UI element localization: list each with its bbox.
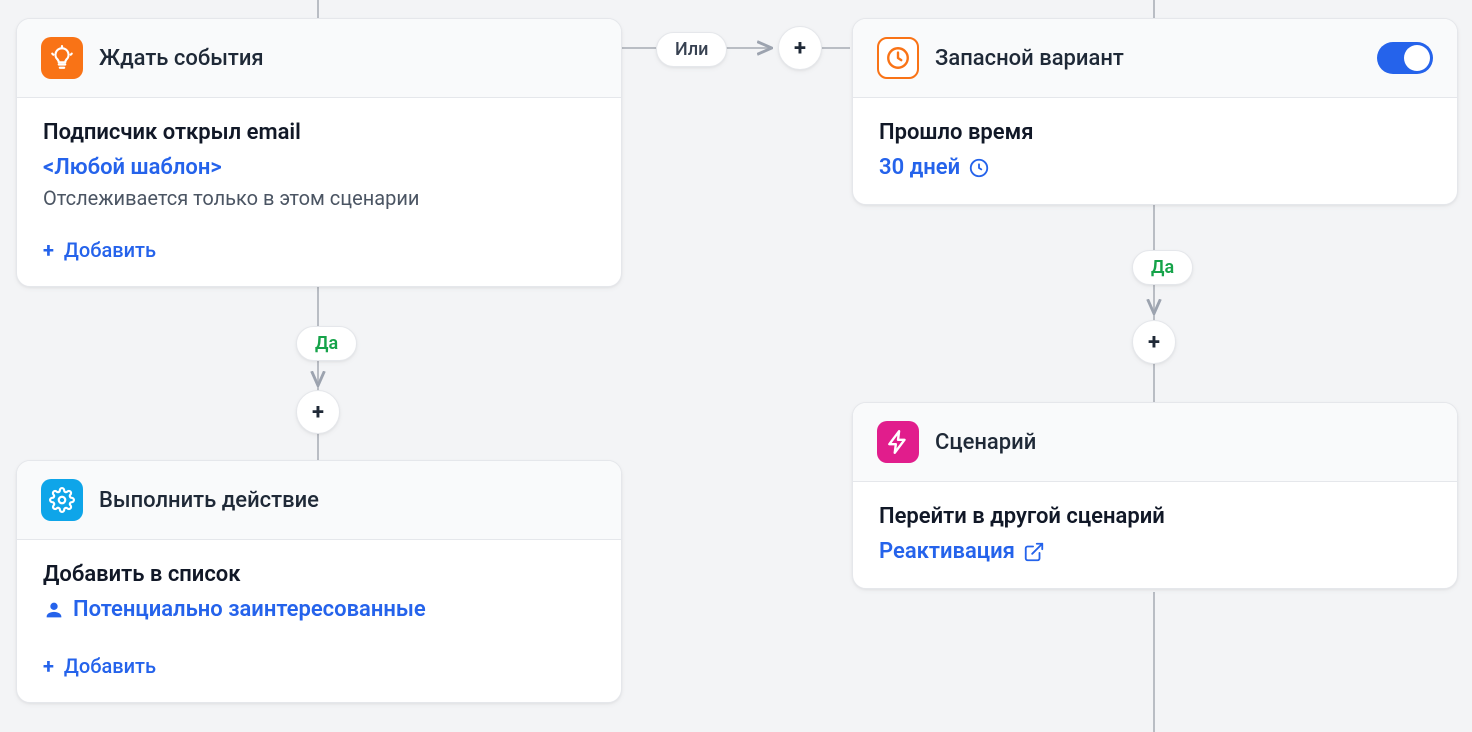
add-action-label: Добавить bbox=[64, 654, 156, 678]
yes-pill-right: Да bbox=[1132, 250, 1193, 285]
fallback-title: Запасной вариант bbox=[935, 46, 1124, 71]
wait-event-header: Ждать события bbox=[17, 19, 621, 98]
list-label: Потенциально заинтересованные bbox=[73, 597, 426, 622]
action-title: Выполнить действие bbox=[99, 488, 319, 513]
add-event-button[interactable]: + Добавить bbox=[43, 238, 595, 262]
add-event-label: Добавить bbox=[64, 238, 156, 262]
scenario-card[interactable]: Сценарий Перейти в другой сценарий Реакт… bbox=[852, 402, 1458, 589]
external-link-icon bbox=[1023, 541, 1045, 563]
plus-icon: + bbox=[43, 656, 54, 676]
yes-pill-left: Да bbox=[296, 326, 357, 361]
user-icon bbox=[43, 599, 65, 621]
plus-icon: + bbox=[43, 240, 54, 260]
scenario-subtitle: Перейти в другой сценарий bbox=[879, 504, 1431, 529]
fallback-card[interactable]: Запасной вариант Прошло время 30 дней bbox=[852, 18, 1458, 205]
action-header: Выполнить действие bbox=[17, 461, 621, 540]
fallback-header: Запасной вариант bbox=[853, 19, 1457, 98]
fallback-subtitle: Прошло время bbox=[879, 120, 1431, 145]
add-step-left-button[interactable]: + bbox=[296, 390, 340, 434]
lightbulb-icon bbox=[41, 37, 83, 79]
add-step-right-button[interactable]: + bbox=[1132, 320, 1176, 364]
scenario-target-link[interactable]: Реактивация bbox=[879, 539, 1045, 564]
scope-note: Отслеживается только в этом сценарии bbox=[43, 186, 595, 210]
add-action-button[interactable]: + Добавить bbox=[43, 654, 595, 678]
wait-event-title: Ждать события bbox=[99, 46, 264, 71]
lightning-icon bbox=[877, 421, 919, 463]
wait-event-subtitle: Подписчик открыл email bbox=[43, 120, 595, 145]
duration-link[interactable]: 30 дней bbox=[879, 155, 990, 180]
scenario-target-label: Реактивация bbox=[879, 539, 1015, 564]
clock-icon bbox=[877, 37, 919, 79]
list-link[interactable]: Потенциально заинтересованные bbox=[43, 597, 426, 622]
action-subtitle: Добавить в список bbox=[43, 562, 595, 587]
or-pill: Или bbox=[656, 32, 727, 67]
scenario-header: Сценарий bbox=[853, 403, 1457, 482]
template-link[interactable]: <Любой шаблон> bbox=[43, 155, 595, 180]
wait-event-card[interactable]: Ждать события Подписчик открыл email <Лю… bbox=[16, 18, 622, 287]
gear-icon bbox=[41, 479, 83, 521]
action-card[interactable]: Выполнить действие Добавить в список Пот… bbox=[16, 460, 622, 703]
duration-label: 30 дней bbox=[879, 155, 960, 180]
add-branch-button[interactable]: + bbox=[778, 26, 822, 70]
fallback-toggle[interactable] bbox=[1377, 42, 1433, 74]
scenario-title: Сценарий bbox=[935, 430, 1036, 455]
clock-small-icon bbox=[968, 157, 990, 179]
